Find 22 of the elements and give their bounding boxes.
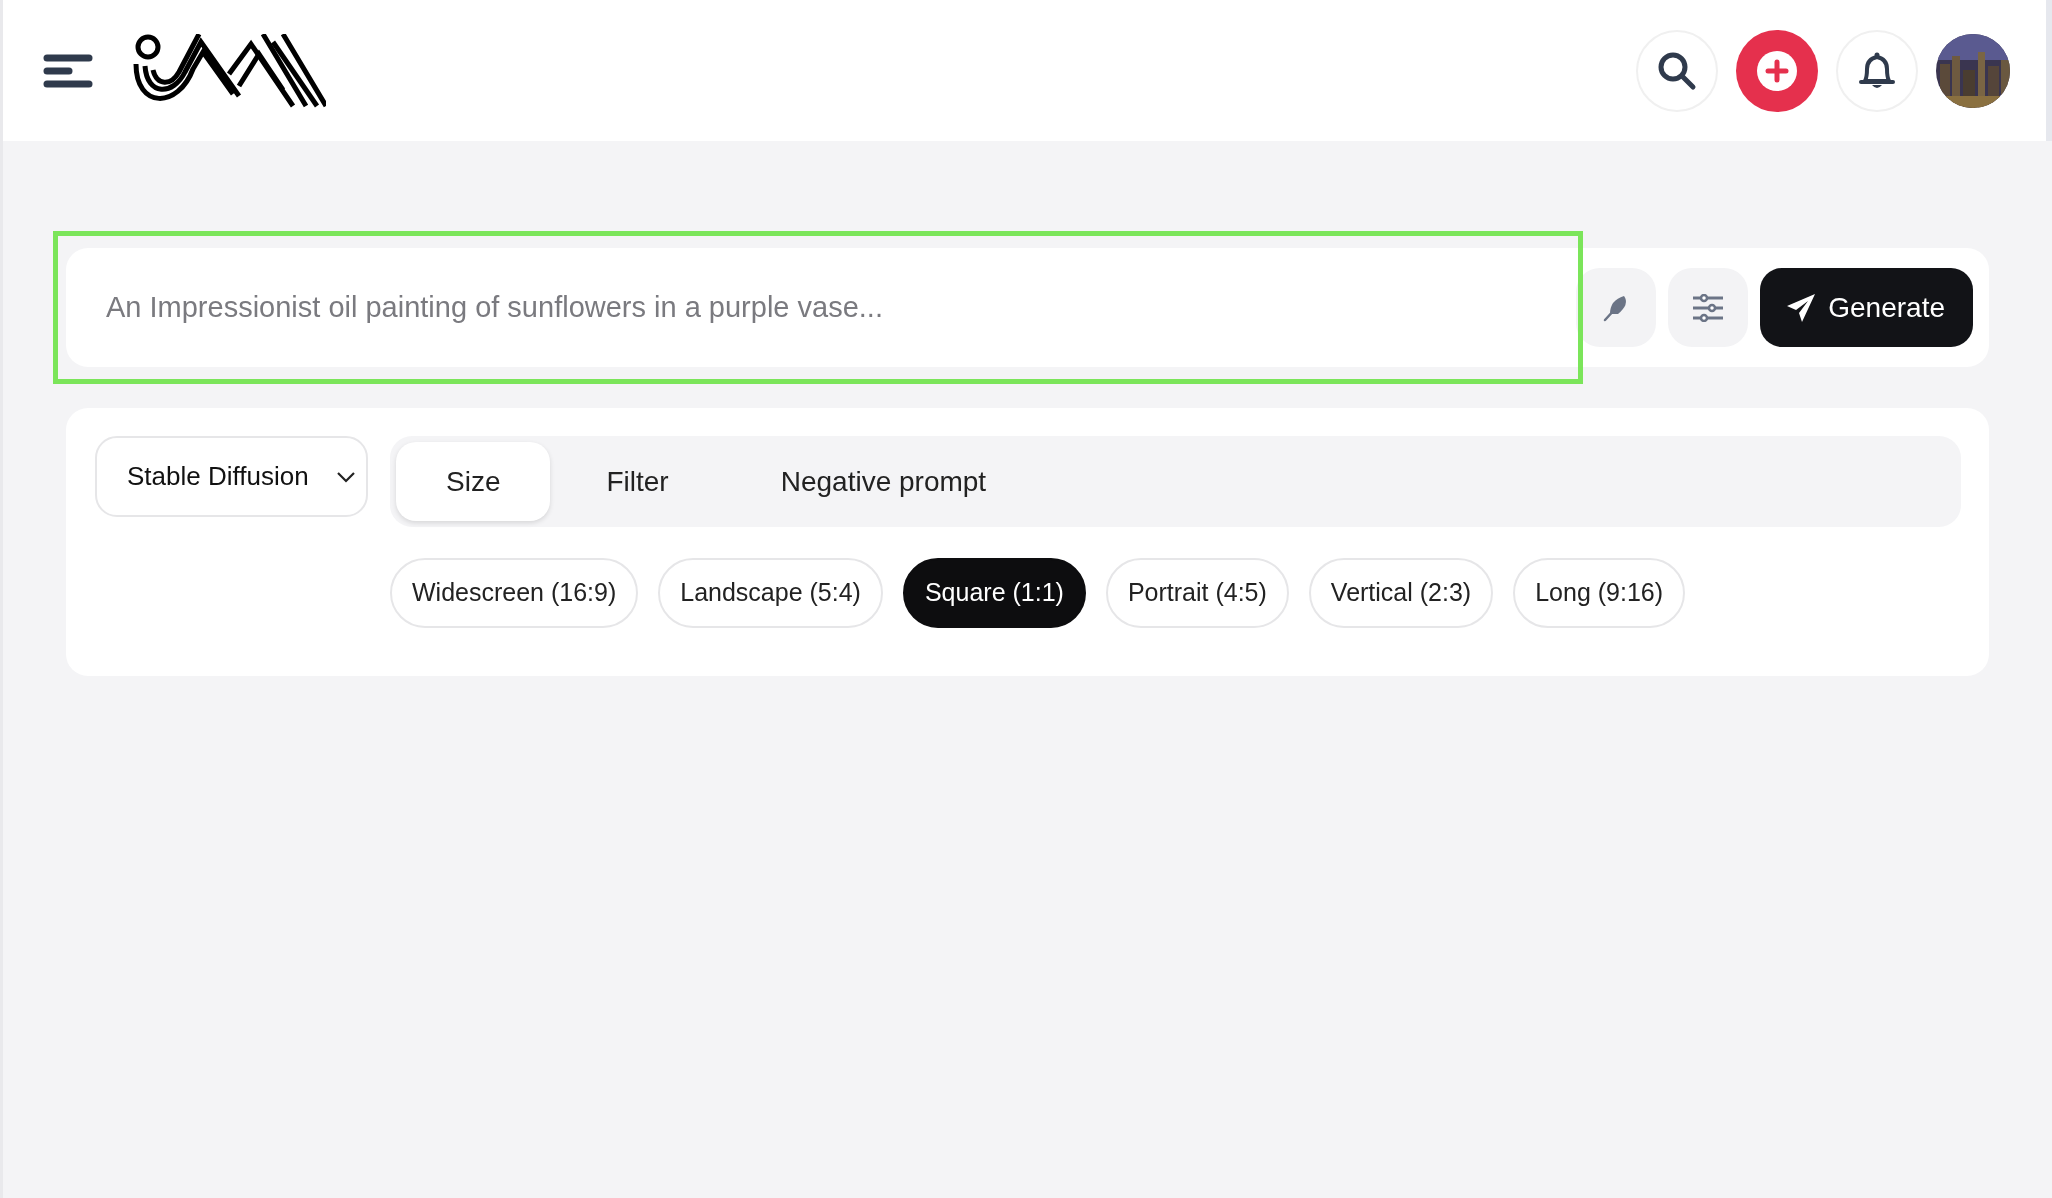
tab[interactable]: Negative prompt: [724, 442, 1043, 521]
tab[interactable]: Filter: [550, 442, 725, 521]
generate-button[interactable]: Generate: [1760, 268, 1973, 347]
paper-plane-icon: [1786, 292, 1817, 323]
size-option[interactable]: Square (1:1): [902, 558, 1086, 628]
size-option[interactable]: Long (9:16): [1513, 558, 1686, 628]
prompt-field[interactable]: An Impressionist oil painting of sunflowers in a purple vase...: [66, 248, 1556, 367]
bell-icon: [1859, 50, 1895, 91]
model-select[interactable]: Stable Diffusion: [95, 436, 368, 517]
settings-button[interactable]: [1668, 268, 1749, 347]
size-option[interactable]: Widescreen (16:9): [390, 558, 639, 628]
sliders-icon: [1692, 293, 1725, 322]
menu-icon[interactable]: [43, 53, 93, 88]
size-option[interactable]: Portrait (4:5): [1105, 558, 1289, 628]
size-option[interactable]: Landscape (5:4): [658, 558, 883, 628]
size-option[interactable]: Vertical (2:3): [1308, 558, 1494, 628]
logo-icon[interactable]: [133, 33, 326, 108]
tab[interactable]: Size: [396, 442, 551, 521]
plus-icon: [1757, 50, 1797, 91]
chevron-down-icon: [336, 470, 356, 483]
search-icon: [1657, 50, 1697, 91]
feather-button[interactable]: [1576, 268, 1657, 347]
